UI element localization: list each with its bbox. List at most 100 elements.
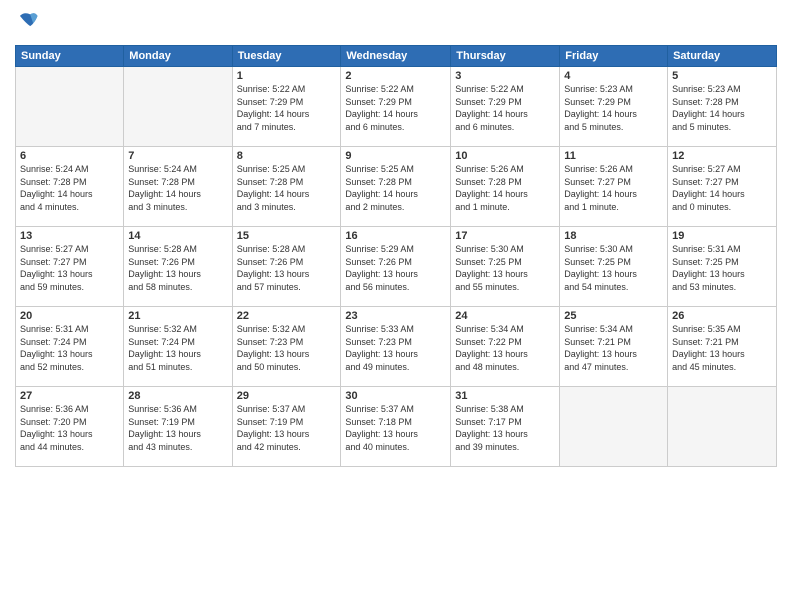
- day-info: Sunrise: 5:22 AM Sunset: 7:29 PM Dayligh…: [237, 83, 337, 133]
- calendar-cell: 27Sunrise: 5:36 AM Sunset: 7:20 PM Dayli…: [16, 387, 124, 467]
- day-number: 27: [20, 390, 119, 402]
- calendar-cell: 25Sunrise: 5:34 AM Sunset: 7:21 PM Dayli…: [560, 307, 668, 387]
- day-info: Sunrise: 5:25 AM Sunset: 7:28 PM Dayligh…: [237, 163, 337, 213]
- day-info: Sunrise: 5:30 AM Sunset: 7:25 PM Dayligh…: [455, 243, 555, 293]
- calendar-cell: [668, 387, 777, 467]
- calendar-cell: [16, 67, 124, 147]
- calendar-cell: 4Sunrise: 5:23 AM Sunset: 7:29 PM Daylig…: [560, 67, 668, 147]
- calendar-week-row-1: 1Sunrise: 5:22 AM Sunset: 7:29 PM Daylig…: [16, 67, 777, 147]
- day-info: Sunrise: 5:22 AM Sunset: 7:29 PM Dayligh…: [345, 83, 446, 133]
- calendar-cell: 28Sunrise: 5:36 AM Sunset: 7:19 PM Dayli…: [124, 387, 232, 467]
- day-info: Sunrise: 5:36 AM Sunset: 7:19 PM Dayligh…: [128, 403, 227, 453]
- day-info: Sunrise: 5:34 AM Sunset: 7:22 PM Dayligh…: [455, 323, 555, 373]
- day-info: Sunrise: 5:23 AM Sunset: 7:29 PM Dayligh…: [564, 83, 663, 133]
- day-number: 15: [237, 230, 337, 242]
- calendar-week-row-3: 13Sunrise: 5:27 AM Sunset: 7:27 PM Dayli…: [16, 227, 777, 307]
- day-number: 16: [345, 230, 446, 242]
- calendar-week-row-2: 6Sunrise: 5:24 AM Sunset: 7:28 PM Daylig…: [16, 147, 777, 227]
- calendar-cell: 11Sunrise: 5:26 AM Sunset: 7:27 PM Dayli…: [560, 147, 668, 227]
- day-number: 20: [20, 310, 119, 322]
- day-info: Sunrise: 5:24 AM Sunset: 7:28 PM Dayligh…: [128, 163, 227, 213]
- day-info: Sunrise: 5:37 AM Sunset: 7:18 PM Dayligh…: [345, 403, 446, 453]
- day-number: 4: [564, 70, 663, 82]
- weekday-header-friday: Friday: [560, 46, 668, 67]
- weekday-header-monday: Monday: [124, 46, 232, 67]
- calendar-week-row-4: 20Sunrise: 5:31 AM Sunset: 7:24 PM Dayli…: [16, 307, 777, 387]
- calendar-cell: 20Sunrise: 5:31 AM Sunset: 7:24 PM Dayli…: [16, 307, 124, 387]
- day-number: 2: [345, 70, 446, 82]
- calendar-cell: 22Sunrise: 5:32 AM Sunset: 7:23 PM Dayli…: [232, 307, 341, 387]
- day-info: Sunrise: 5:25 AM Sunset: 7:28 PM Dayligh…: [345, 163, 446, 213]
- day-number: 12: [672, 150, 772, 162]
- day-number: 6: [20, 150, 119, 162]
- day-number: 8: [237, 150, 337, 162]
- day-info: Sunrise: 5:26 AM Sunset: 7:28 PM Dayligh…: [455, 163, 555, 213]
- day-number: 3: [455, 70, 555, 82]
- day-number: 26: [672, 310, 772, 322]
- day-info: Sunrise: 5:35 AM Sunset: 7:21 PM Dayligh…: [672, 323, 772, 373]
- calendar-cell: 6Sunrise: 5:24 AM Sunset: 7:28 PM Daylig…: [16, 147, 124, 227]
- day-number: 11: [564, 150, 663, 162]
- day-info: Sunrise: 5:28 AM Sunset: 7:26 PM Dayligh…: [237, 243, 337, 293]
- day-number: 10: [455, 150, 555, 162]
- day-number: 7: [128, 150, 227, 162]
- day-info: Sunrise: 5:31 AM Sunset: 7:24 PM Dayligh…: [20, 323, 119, 373]
- day-number: 28: [128, 390, 227, 402]
- calendar-cell: 30Sunrise: 5:37 AM Sunset: 7:18 PM Dayli…: [341, 387, 451, 467]
- day-info: Sunrise: 5:36 AM Sunset: 7:20 PM Dayligh…: [20, 403, 119, 453]
- day-number: 25: [564, 310, 663, 322]
- calendar-cell: 3Sunrise: 5:22 AM Sunset: 7:29 PM Daylig…: [451, 67, 560, 147]
- calendar-cell: 2Sunrise: 5:22 AM Sunset: 7:29 PM Daylig…: [341, 67, 451, 147]
- logo-icon: [17, 10, 39, 32]
- day-info: Sunrise: 5:24 AM Sunset: 7:28 PM Dayligh…: [20, 163, 119, 213]
- day-number: 5: [672, 70, 772, 82]
- day-number: 23: [345, 310, 446, 322]
- day-number: 24: [455, 310, 555, 322]
- day-number: 18: [564, 230, 663, 242]
- day-info: Sunrise: 5:29 AM Sunset: 7:26 PM Dayligh…: [345, 243, 446, 293]
- calendar-cell: 5Sunrise: 5:23 AM Sunset: 7:28 PM Daylig…: [668, 67, 777, 147]
- day-info: Sunrise: 5:32 AM Sunset: 7:24 PM Dayligh…: [128, 323, 227, 373]
- calendar-cell: [124, 67, 232, 147]
- day-info: Sunrise: 5:30 AM Sunset: 7:25 PM Dayligh…: [564, 243, 663, 293]
- day-number: 21: [128, 310, 227, 322]
- day-number: 29: [237, 390, 337, 402]
- day-number: 14: [128, 230, 227, 242]
- day-info: Sunrise: 5:22 AM Sunset: 7:29 PM Dayligh…: [455, 83, 555, 133]
- day-number: 22: [237, 310, 337, 322]
- header: [15, 10, 777, 37]
- day-number: 1: [237, 70, 337, 82]
- day-info: Sunrise: 5:33 AM Sunset: 7:23 PM Dayligh…: [345, 323, 446, 373]
- calendar-cell: 7Sunrise: 5:24 AM Sunset: 7:28 PM Daylig…: [124, 147, 232, 227]
- weekday-header-saturday: Saturday: [668, 46, 777, 67]
- calendar-cell: 14Sunrise: 5:28 AM Sunset: 7:26 PM Dayli…: [124, 227, 232, 307]
- day-info: Sunrise: 5:26 AM Sunset: 7:27 PM Dayligh…: [564, 163, 663, 213]
- calendar-cell: 31Sunrise: 5:38 AM Sunset: 7:17 PM Dayli…: [451, 387, 560, 467]
- day-number: 9: [345, 150, 446, 162]
- calendar-cell: 15Sunrise: 5:28 AM Sunset: 7:26 PM Dayli…: [232, 227, 341, 307]
- weekday-header-wednesday: Wednesday: [341, 46, 451, 67]
- calendar-cell: [560, 387, 668, 467]
- day-info: Sunrise: 5:28 AM Sunset: 7:26 PM Dayligh…: [128, 243, 227, 293]
- day-number: 19: [672, 230, 772, 242]
- calendar-cell: 29Sunrise: 5:37 AM Sunset: 7:19 PM Dayli…: [232, 387, 341, 467]
- weekday-header-row: SundayMondayTuesdayWednesdayThursdayFrid…: [16, 46, 777, 67]
- calendar-cell: 9Sunrise: 5:25 AM Sunset: 7:28 PM Daylig…: [341, 147, 451, 227]
- logo: [15, 10, 39, 37]
- day-info: Sunrise: 5:23 AM Sunset: 7:28 PM Dayligh…: [672, 83, 772, 133]
- day-info: Sunrise: 5:38 AM Sunset: 7:17 PM Dayligh…: [455, 403, 555, 453]
- day-number: 31: [455, 390, 555, 402]
- day-info: Sunrise: 5:37 AM Sunset: 7:19 PM Dayligh…: [237, 403, 337, 453]
- day-info: Sunrise: 5:34 AM Sunset: 7:21 PM Dayligh…: [564, 323, 663, 373]
- calendar-cell: 10Sunrise: 5:26 AM Sunset: 7:28 PM Dayli…: [451, 147, 560, 227]
- day-number: 30: [345, 390, 446, 402]
- calendar-cell: 13Sunrise: 5:27 AM Sunset: 7:27 PM Dayli…: [16, 227, 124, 307]
- calendar-cell: 1Sunrise: 5:22 AM Sunset: 7:29 PM Daylig…: [232, 67, 341, 147]
- day-info: Sunrise: 5:32 AM Sunset: 7:23 PM Dayligh…: [237, 323, 337, 373]
- calendar-cell: 17Sunrise: 5:30 AM Sunset: 7:25 PM Dayli…: [451, 227, 560, 307]
- weekday-header-thursday: Thursday: [451, 46, 560, 67]
- calendar-cell: 8Sunrise: 5:25 AM Sunset: 7:28 PM Daylig…: [232, 147, 341, 227]
- calendar-cell: 12Sunrise: 5:27 AM Sunset: 7:27 PM Dayli…: [668, 147, 777, 227]
- calendar-table: SundayMondayTuesdayWednesdayThursdayFrid…: [15, 45, 777, 467]
- calendar-cell: 16Sunrise: 5:29 AM Sunset: 7:26 PM Dayli…: [341, 227, 451, 307]
